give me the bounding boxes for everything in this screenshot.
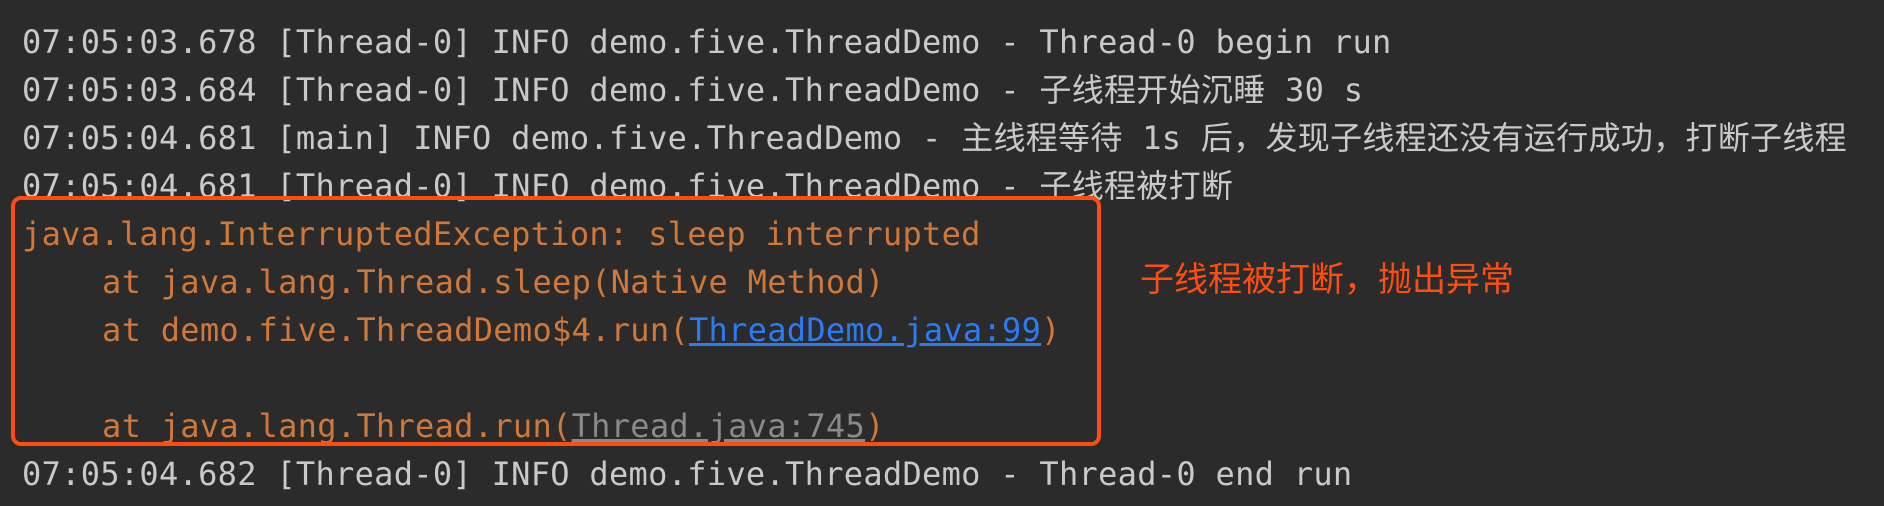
exception-highlight-box <box>11 196 1101 446</box>
log-line: 07:05:03.678 [Thread-0] INFO demo.five.T… <box>22 23 1392 61</box>
log-line: 07:05:04.681 [main] INFO demo.five.Threa… <box>22 119 1847 157</box>
log-line: 07:05:04.682 [Thread-0] INFO demo.five.T… <box>22 455 1353 493</box>
log-line: 07:05:03.684 [Thread-0] INFO demo.five.T… <box>22 71 1364 109</box>
annotation-text: 子线程被打断，抛出异常 <box>1140 260 1514 300</box>
